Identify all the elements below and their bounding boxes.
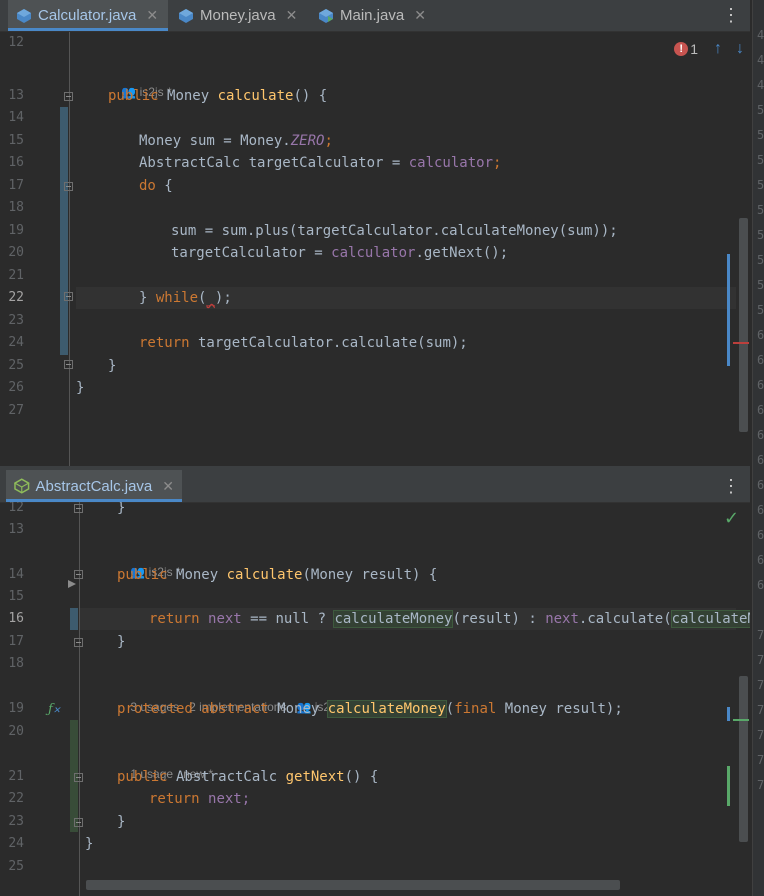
code-line: 23} <box>8 814 126 830</box>
code-line: 18 <box>8 656 24 671</box>
java-main-class-icon <box>319 8 333 23</box>
code-line: 24 return targetCalculator.calculate(sum)… <box>8 335 468 351</box>
code-line: 16 return next == null ? calculateMoney(r… <box>0 608 750 630</box>
tab-money-java[interactable]: Money.java ✕ <box>170 0 310 31</box>
close-icon[interactable]: ✕ <box>146 7 158 24</box>
code-line: 12} <box>8 502 126 516</box>
horizontal-scrollbar[interactable] <box>86 880 620 890</box>
usages-hint[interactable]: 3 usages 2 implementations 👥 is2js <box>117 680 338 714</box>
author-hint[interactable]: 👥 is2js * <box>117 545 180 579</box>
code-line: 18 <box>8 200 24 215</box>
author-hint[interactable]: 👥 is2js * <box>108 65 171 99</box>
bottom-editor[interactable]: ✓ ƒ✕ 👥 is2js * 3 usages 2 implementation… <box>0 502 750 896</box>
code-line: 12 <box>8 35 24 50</box>
code-line: 22 return next; <box>8 791 251 807</box>
code-line: 17 do { <box>8 178 173 194</box>
code-line: 19 protected abstract Money calculateMone… <box>8 700 623 718</box>
code-line: 20 targetCalculator = calculator.getNext(… <box>8 245 509 261</box>
tab-label: Main.java <box>340 7 405 24</box>
java-class-icon <box>179 8 193 23</box>
close-icon[interactable]: ✕ <box>286 7 298 24</box>
more-options-icon[interactable]: ⋮ <box>722 470 740 502</box>
more-options-icon[interactable]: ⋮ <box>722 0 740 31</box>
change-stripe-marker <box>733 719 749 721</box>
adjacent-panel-line-numbers: 4 4 4 5 5 5 5 5 5 5 5 5 6 6 6 6 6 6 6 6 … <box>752 0 764 896</box>
usages-hint[interactable]: 1 usage new * <box>117 747 213 781</box>
tab-calculator-java[interactable]: Calculator.java ✕ <box>8 0 168 31</box>
code-line: 26} <box>8 380 85 396</box>
code-line: 27 <box>8 403 24 418</box>
code-line: 19 sum = sum.plus(targetCalculator.calcul… <box>8 223 618 239</box>
tab-main-java[interactable]: Main.java ✕ <box>310 0 440 31</box>
close-icon[interactable]: ✕ <box>162 478 174 495</box>
scroll-marker <box>727 254 730 366</box>
scroll-marker <box>727 707 730 721</box>
abstract-class-icon <box>14 478 30 494</box>
tab-label: Calculator.java <box>38 7 137 24</box>
code-line: 21 public AbstractCalc getNext() { <box>8 769 379 785</box>
code-line: 13 <box>8 522 24 537</box>
code-line: 17} <box>8 634 126 650</box>
change-stripe-marker <box>727 766 730 806</box>
top-tab-bar: Calculator.java ✕ Money.java ✕ Main.java… <box>0 0 750 32</box>
vertical-scrollbar[interactable] <box>739 676 748 842</box>
code-line: 21 <box>8 268 24 283</box>
vertical-scrollbar[interactable] <box>739 218 748 432</box>
code-line: 25 <box>8 859 24 874</box>
close-icon[interactable]: ✕ <box>414 7 426 24</box>
java-class-icon <box>17 8 31 23</box>
code-line: 20 <box>8 724 24 739</box>
code-line: 22} while(_); <box>8 290 232 306</box>
bottom-tab-bar: AbstractCalc.java ✕ ⋮ <box>0 470 750 503</box>
code-line: 14 <box>8 110 24 125</box>
code-line: 15 Money sum = Money.ZERO; <box>8 133 333 149</box>
tab-abstractcalc-java[interactable]: AbstractCalc.java ✕ <box>6 470 182 502</box>
code-line: 24} <box>8 836 94 852</box>
top-editor[interactable]: ! 1 ↑ ↓ 👥 is2js * 12 13 public Money calc… <box>0 32 750 466</box>
code-line: 16 AbstractCalc targetCalculator = calcul… <box>8 155 502 171</box>
code-line: 14 public Money calculate(Money result) { <box>8 567 438 583</box>
tab-label: AbstractCalc.java <box>35 477 153 495</box>
tab-label: Money.java <box>200 7 276 24</box>
code-line: 15 <box>8 589 24 604</box>
code-line: 25} <box>8 358 117 374</box>
error-stripe-marker <box>733 342 749 344</box>
code-line: 23 <box>8 313 24 328</box>
code-line: 13 public Money calculate() { <box>8 88 328 104</box>
